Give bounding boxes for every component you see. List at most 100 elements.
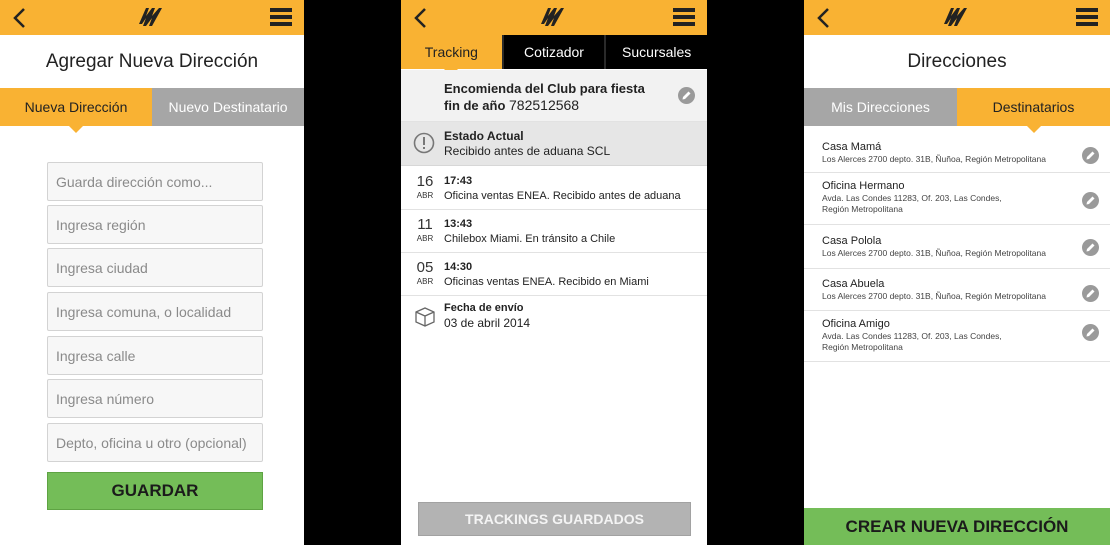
tab-label: Nuevo Destinatario: [168, 99, 288, 115]
event-month: ABR: [416, 234, 434, 243]
package-name: Encomienda del Club para fiesta fin de a…: [444, 80, 659, 114]
tab-branches[interactable]: Sucursales: [604, 35, 707, 69]
shipping-title: Fecha de envío: [444, 302, 524, 314]
address-line: Los Alerces 2700 depto. 31B, Ñuñoa, Regi…: [822, 291, 1072, 302]
address-line1: Los Alerces 2700 depto. 31B, Ñuñoa, Regi…: [822, 291, 1046, 301]
saved-trackings-button[interactable]: TRACKINGS GUARDADOS: [418, 502, 691, 536]
pencil-edit-icon[interactable]: [1082, 324, 1099, 341]
tab-label: Mis Direcciones: [831, 99, 930, 115]
logo-icon: [541, 8, 564, 26]
city-input[interactable]: [47, 248, 263, 287]
address-name: Oficina Hermano: [822, 180, 905, 192]
event-description: Chilebox Miami. En tránsito a Chile: [444, 233, 616, 245]
tab-label: Nueva Dirección: [24, 99, 128, 115]
shipping-date-value: 03 de abril 2014: [444, 316, 531, 330]
address-list-item[interactable]: Casa Mamá Los Alerces 2700 depto. 31B, Ñ…: [804, 133, 1110, 173]
tracking-event: 16 ABR 17:43 Oficina ventas ENEA. Recibi…: [401, 168, 707, 210]
package-name-line1: Encomienda del Club para fiesta: [444, 81, 645, 96]
address-line2: Región Metropolitana: [822, 342, 903, 352]
address-name: Casa Mamá: [822, 141, 882, 153]
address-line: Los Alerces 2700 depto. 31B, Ñuñoa, Regi…: [822, 154, 1072, 165]
tab-new-address[interactable]: Nueva Dirección: [0, 88, 152, 133]
hamburger-menu-icon[interactable]: [270, 8, 292, 26]
region-input[interactable]: [47, 205, 263, 244]
address-line1: Avda. Las Condes 11283, Of. 203, Las Con…: [822, 331, 1002, 341]
event-time: 13:43: [444, 218, 473, 230]
top-bar: [401, 0, 707, 35]
back-arrow-icon[interactable]: [814, 7, 834, 29]
tab-bar: Nueva Dirección Nuevo Destinatario: [0, 88, 304, 133]
apartment-input[interactable]: [47, 423, 263, 462]
event-description: Oficina ventas ENEA. Recibido antes de a…: [444, 190, 681, 202]
address-line: Los Alerces 2700 depto. 31B, Ñuñoa, Regi…: [822, 248, 1072, 259]
tracking-screen: Tracking Cotizador Sucursales Encomienda…: [401, 0, 707, 545]
hamburger-menu-icon[interactable]: [673, 8, 695, 26]
event-time: 17:43: [444, 175, 473, 187]
street-input[interactable]: [47, 336, 263, 375]
tab-label: Sucursales: [622, 44, 692, 60]
top-bar: [804, 0, 1110, 35]
number-input[interactable]: [47, 379, 263, 418]
pencil-edit-icon[interactable]: [1082, 192, 1099, 209]
pencil-edit-icon[interactable]: [678, 87, 695, 104]
hamburger-menu-icon[interactable]: [1076, 8, 1098, 26]
pencil-edit-icon[interactable]: [1082, 147, 1099, 164]
package-box-icon: [415, 307, 435, 327]
pencil-edit-icon[interactable]: [1082, 239, 1099, 256]
address-line1: Los Alerces 2700 depto. 31B, Ñuñoa, Regi…: [822, 154, 1046, 164]
tab-my-addresses[interactable]: Mis Direcciones: [804, 88, 957, 126]
shipping-date: Fecha de envío 03 de abril 2014: [401, 297, 707, 341]
back-arrow-icon[interactable]: [411, 7, 431, 29]
event-day: 05: [416, 259, 434, 276]
event-month: ABR: [416, 191, 434, 200]
address-list-item[interactable]: Oficina Amigo Avda. Las Condes 11283, Of…: [804, 311, 1110, 362]
address-line: Avda. Las Condes 11283, Of. 203, Las Con…: [822, 331, 1072, 353]
tab-tracking[interactable]: Tracking: [401, 35, 502, 76]
save-as-input[interactable]: [47, 162, 263, 201]
tab-label: Cotizador: [524, 44, 584, 60]
event-month: ABR: [416, 277, 434, 286]
page-title: Agregar Nueva Dirección: [45, 51, 259, 72]
event-time: 14:30: [444, 261, 473, 273]
pencil-edit-icon[interactable]: [1082, 285, 1099, 302]
tracking-event: 11 ABR 13:43 Chilebox Miami. En tránsito…: [401, 211, 707, 253]
event-description: Oficinas ventas ENEA. Recibido en Miami: [444, 276, 649, 288]
current-status: Estado Actual Recibido antes de aduana S…: [401, 122, 707, 166]
tab-quote[interactable]: Cotizador: [501, 35, 605, 69]
tab-new-recipient[interactable]: Nuevo Destinatario: [152, 88, 304, 126]
address-line1: Los Alerces 2700 depto. 31B, Ñuñoa, Regi…: [822, 248, 1046, 258]
logo-icon: [944, 8, 967, 26]
tab-bar: Mis Direcciones Destinatarios: [804, 88, 1110, 133]
back-arrow-icon[interactable]: [10, 7, 30, 29]
address-list-item[interactable]: Casa Polola Los Alerces 2700 depto. 31B,…: [804, 225, 1110, 269]
page-title: Direcciones: [907, 51, 1007, 72]
address-name: Casa Polola: [822, 235, 882, 247]
exclamation-circle-icon: [413, 132, 435, 154]
address-name: Oficina Amigo: [822, 318, 890, 330]
tab-label: Tracking: [424, 44, 478, 60]
event-day: 11: [417, 216, 433, 233]
commune-input[interactable]: [47, 292, 263, 331]
tab-bar: Tracking Cotizador Sucursales: [401, 35, 707, 76]
logo-icon: [139, 8, 162, 26]
address-list-item[interactable]: Casa Abuela Los Alerces 2700 depto. 31B,…: [804, 269, 1110, 311]
add-address-screen: Agregar Nueva Dirección Nueva Dirección …: [0, 0, 304, 545]
tab-label: Destinatarios: [992, 99, 1075, 115]
address-line: Avda. Las Condes 11283, Of. 203, Las Con…: [822, 193, 1072, 215]
addresses-screen: Direcciones Mis Direcciones Destinatario…: [804, 0, 1110, 545]
address-line1: Avda. Las Condes 11283, Of. 203, Las Con…: [822, 193, 1002, 203]
package-number: 782512568: [509, 97, 580, 113]
create-address-button[interactable]: CREAR NUEVA DIRECCIÓN: [804, 508, 1110, 545]
tab-recipients[interactable]: Destinatarios: [957, 88, 1110, 133]
address-name: Casa Abuela: [822, 278, 885, 290]
address-list-item[interactable]: Oficina Hermano Avda. Las Condes 11283, …: [804, 173, 1110, 225]
status-title: Estado Actual: [444, 129, 524, 143]
event-day: 16: [416, 173, 434, 190]
active-tab-caret: [1026, 126, 1041, 133]
address-line2: Región Metropolitana: [822, 204, 903, 214]
tracking-event: 05 ABR 14:30 Oficinas ventas ENEA. Recib…: [401, 254, 707, 296]
package-header: Encomienda del Club para fiesta fin de a…: [401, 70, 707, 122]
active-tab-caret: [69, 126, 83, 133]
top-bar: [0, 0, 304, 35]
save-button[interactable]: GUARDAR: [47, 472, 263, 510]
